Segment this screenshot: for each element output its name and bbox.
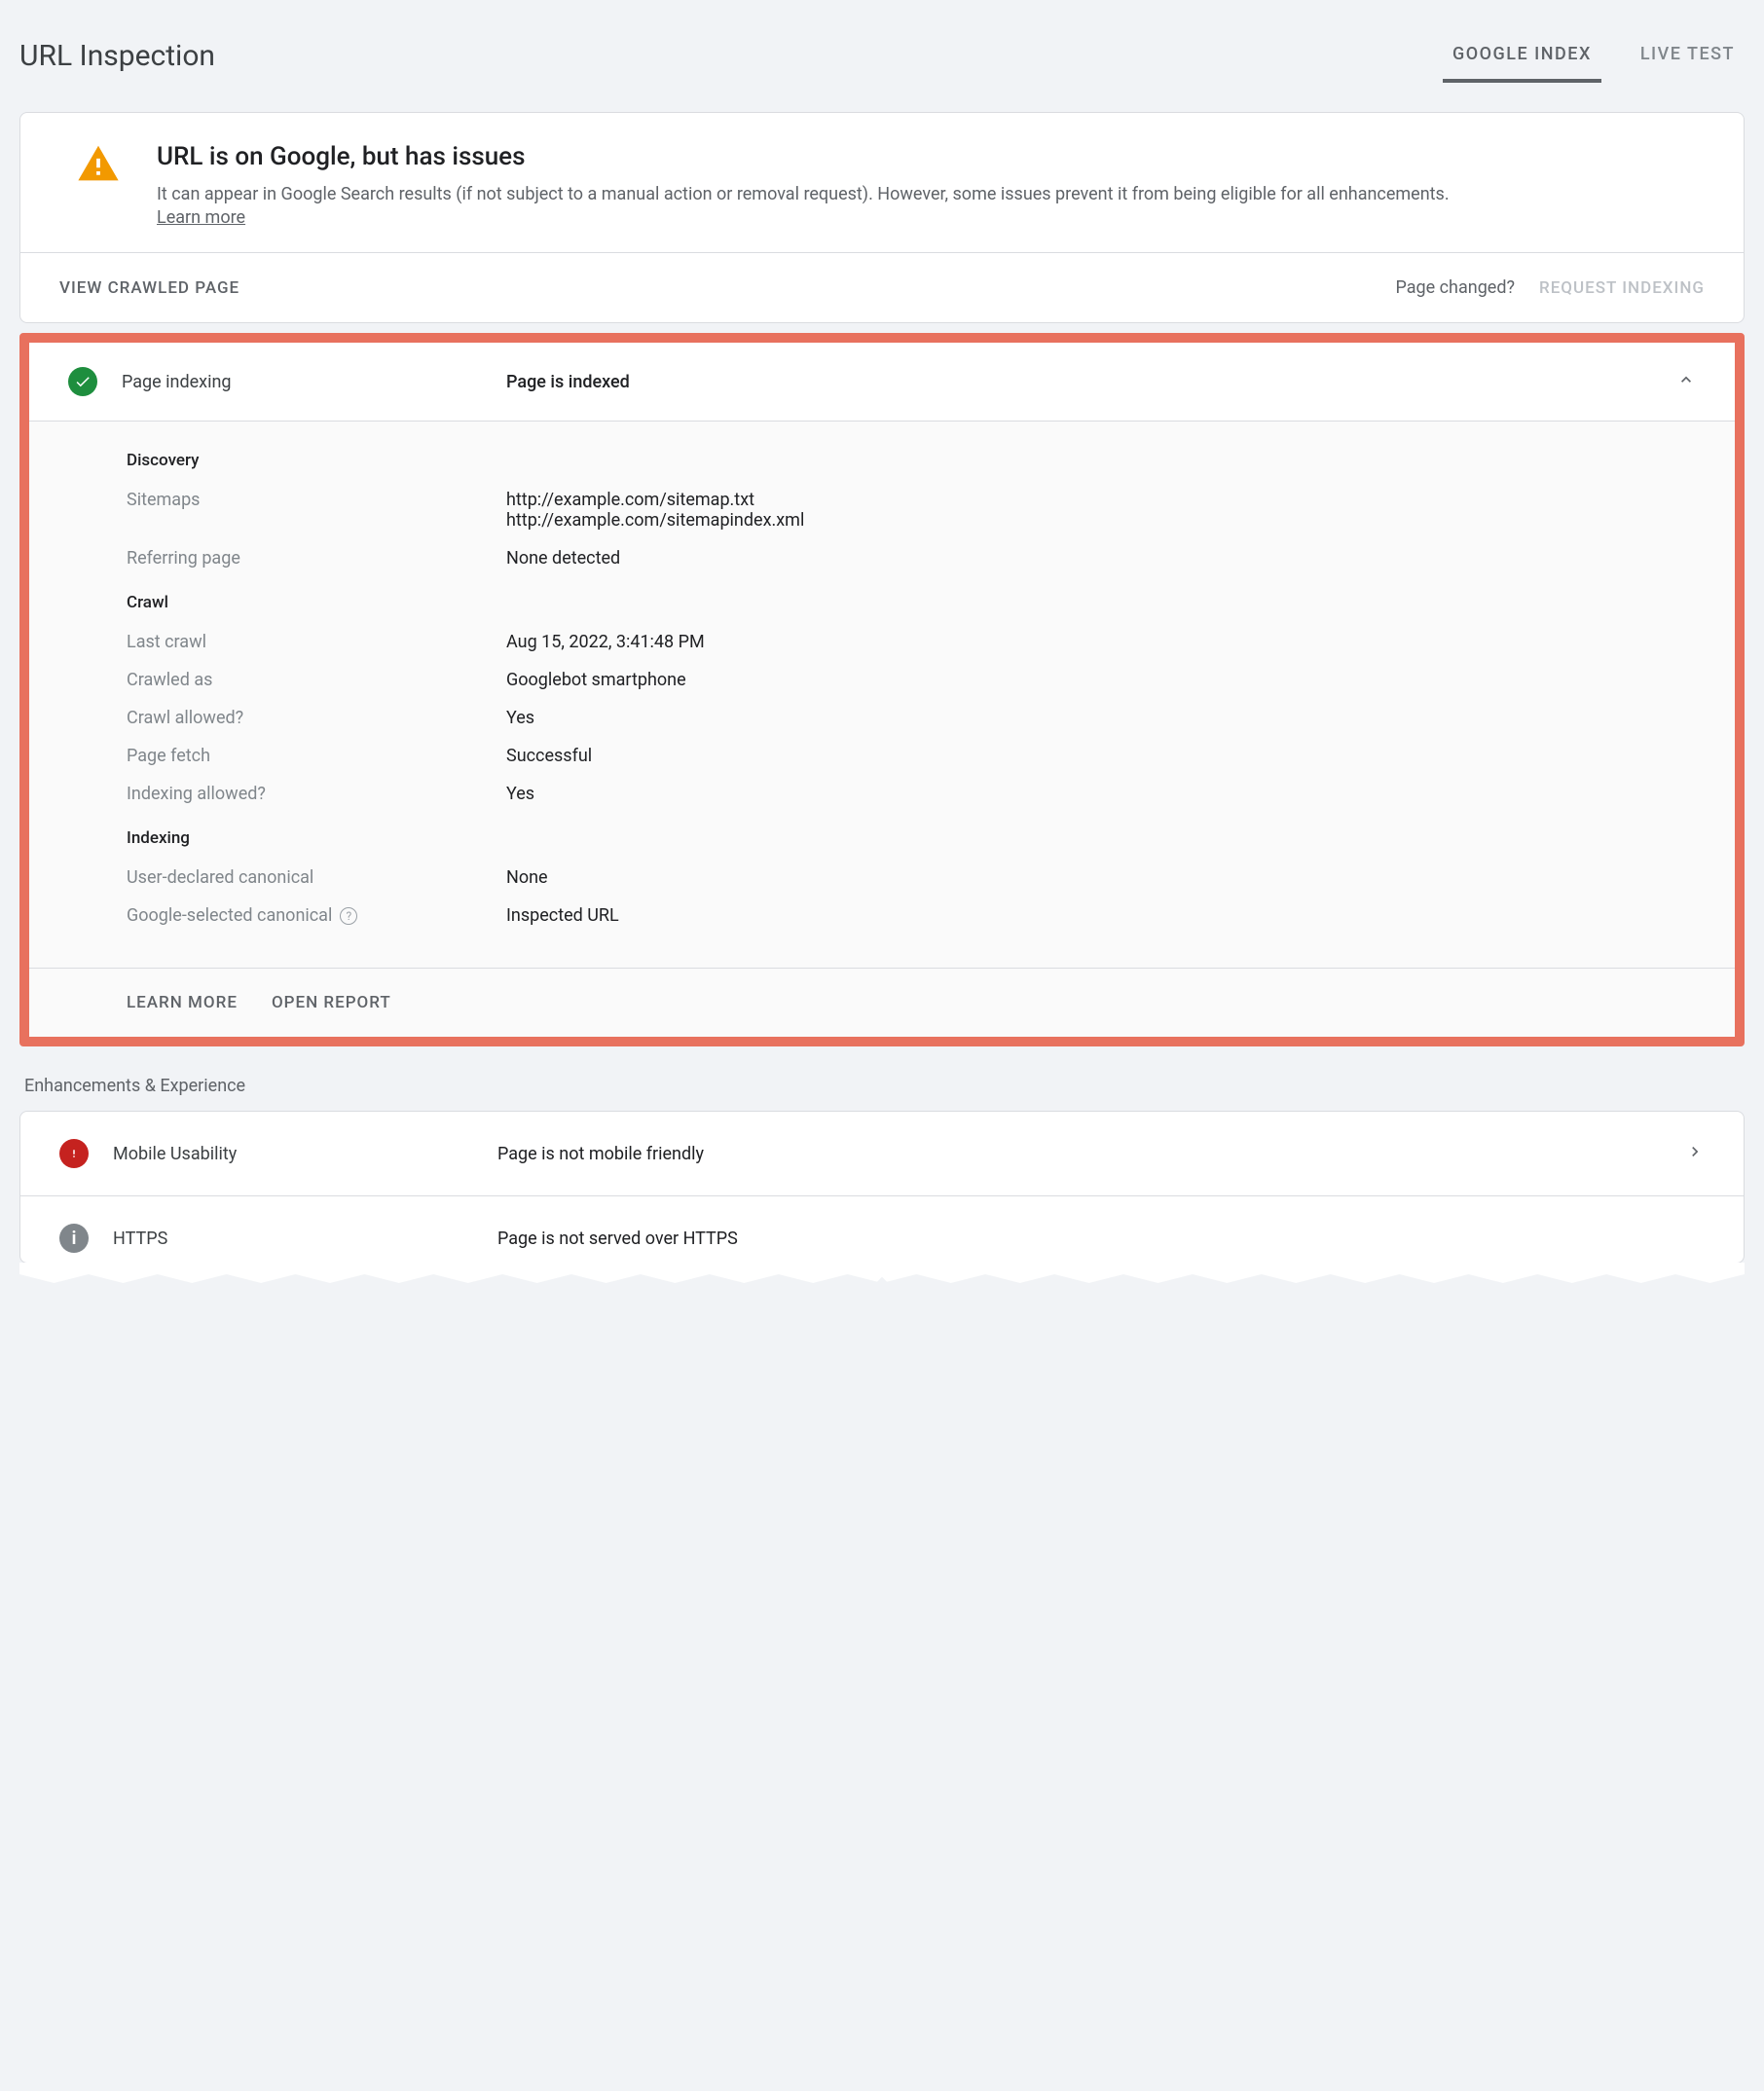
crawled-as-row: Crawled as Googlebot smartphone	[127, 670, 1637, 690]
https-row[interactable]: i HTTPS Page is not served over HTTPS	[20, 1195, 1744, 1263]
view-crawled-page-button[interactable]: VIEW CRAWLED PAGE	[59, 278, 239, 298]
enhancements-list: Mobile Usability Page is not mobile frie…	[19, 1111, 1745, 1264]
learn-more-button[interactable]: LEARN MORE	[127, 993, 238, 1012]
status-card: URL is on Google, but has issues It can …	[19, 112, 1745, 323]
tab-google-index[interactable]: GOOGLE INDEX	[1443, 29, 1601, 83]
https-status: Page is not served over HTTPS	[497, 1229, 1680, 1249]
last-crawl-label: Last crawl	[127, 632, 506, 652]
learn-more-link[interactable]: Learn more	[157, 207, 245, 228]
page-indexing-body: Discovery Sitemaps http://example.com/si…	[29, 421, 1735, 968]
crawled-as-value: Googlebot smartphone	[506, 670, 686, 690]
user-canonical-row: User-declared canonical None	[127, 867, 1637, 888]
referring-page-row: Referring page None detected	[127, 548, 1637, 569]
page-title: URL Inspection	[19, 39, 215, 73]
sitemap-1: http://example.com/sitemap.txt	[506, 490, 804, 510]
enhancements-heading: Enhancements & Experience	[19, 1056, 1745, 1111]
user-canonical-label: User-declared canonical	[127, 867, 506, 888]
crawl-allowed-label: Crawl allowed?	[127, 708, 506, 728]
sitemaps-row: Sitemaps http://example.com/sitemap.txt …	[127, 490, 1637, 531]
indexing-allowed-label: Indexing allowed?	[127, 784, 506, 804]
info-icon: i	[59, 1224, 89, 1253]
page-fetch-value: Successful	[506, 746, 592, 766]
request-indexing-button[interactable]: REQUEST INDEXING	[1539, 278, 1705, 298]
google-canonical-label: Google-selected canonical ?	[127, 905, 506, 926]
crawl-allowed-row: Crawl allowed? Yes	[127, 708, 1637, 728]
last-crawl-row: Last crawl Aug 15, 2022, 3:41:48 PM	[127, 632, 1637, 652]
status-title: URL is on Google, but has issues	[157, 142, 1709, 171]
referring-page-label: Referring page	[127, 548, 506, 569]
page-changed-label: Page changed?	[1395, 277, 1515, 298]
check-icon	[68, 367, 97, 396]
last-crawl-value: Aug 15, 2022, 3:41:48 PM	[506, 632, 705, 652]
tab-live-test[interactable]: LIVE TEST	[1631, 29, 1745, 83]
https-label: HTTPS	[113, 1229, 473, 1249]
chevron-right-icon	[1685, 1142, 1705, 1165]
sitemap-2: http://example.com/sitemapindex.xml	[506, 510, 804, 531]
page-fetch-label: Page fetch	[127, 746, 506, 766]
crawl-allowed-value: Yes	[506, 708, 534, 728]
mobile-usability-status: Page is not mobile friendly	[497, 1144, 1661, 1164]
crawled-as-label: Crawled as	[127, 670, 506, 690]
google-canonical-row: Google-selected canonical ? Inspected UR…	[127, 905, 1637, 926]
discovery-heading: Discovery	[127, 451, 1637, 470]
chevron-up-icon	[1676, 370, 1696, 393]
page-indexing-status: Page is indexed	[506, 372, 1652, 392]
status-description: It can appear in Google Search results (…	[157, 181, 1709, 207]
referring-page-value: None detected	[506, 548, 620, 569]
warning-icon	[74, 142, 123, 190]
page-indexing-header[interactable]: Page indexing Page is indexed	[29, 343, 1735, 421]
sitemaps-label: Sitemaps	[127, 490, 506, 510]
sitemaps-value: http://example.com/sitemap.txt http://ex…	[506, 490, 804, 531]
indexing-allowed-row: Indexing allowed? Yes	[127, 784, 1637, 804]
tabs: GOOGLE INDEX LIVE TEST	[1443, 29, 1745, 83]
indexing-allowed-value: Yes	[506, 784, 534, 804]
page-indexing-label: Page indexing	[122, 372, 482, 392]
google-canonical-value: Inspected URL	[506, 905, 619, 926]
help-icon[interactable]: ?	[340, 907, 357, 925]
error-icon	[59, 1139, 89, 1168]
mobile-usability-row[interactable]: Mobile Usability Page is not mobile frie…	[20, 1112, 1744, 1195]
page-fetch-row: Page fetch Successful	[127, 746, 1637, 766]
crawl-heading: Crawl	[127, 593, 1637, 612]
open-report-button[interactable]: OPEN REPORT	[272, 993, 391, 1012]
header: URL Inspection GOOGLE INDEX LIVE TEST	[19, 19, 1745, 112]
user-canonical-value: None	[506, 867, 548, 888]
highlighted-panel: Page indexing Page is indexed Discovery …	[19, 333, 1745, 1046]
mobile-usability-label: Mobile Usability	[113, 1144, 473, 1164]
torn-edge-decoration	[19, 1263, 1745, 1292]
google-canonical-label-text: Google-selected canonical	[127, 905, 332, 926]
indexing-heading: Indexing	[127, 828, 1637, 848]
